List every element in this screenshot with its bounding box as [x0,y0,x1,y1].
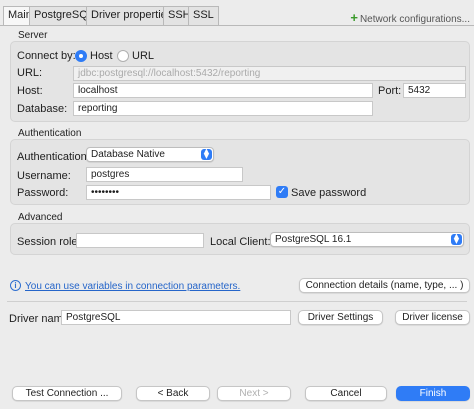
advanced-section-title: Advanced [18,212,63,223]
network-configurations-button[interactable]: + Network configurations... [350,10,470,25]
next-button[interactable]: Next > [217,386,291,401]
connect-by-url-radio[interactable] [117,50,129,62]
finish-button[interactable]: Finish [396,386,470,401]
authentication-select[interactable]: Database Native ▲ ▼ [86,147,214,162]
chevron-updown-icon: ▲ ▼ [451,233,462,245]
plus-icon: + [350,10,358,25]
tab-bar-divider [0,25,474,26]
separator [7,301,467,302]
host-label: Host: [17,85,43,97]
info-icon: i [10,280,21,291]
authentication-select-value: Database Native [91,149,165,160]
driver-name-field[interactable]: PostgreSQL [61,310,291,325]
url-field[interactable]: jdbc:postgresql://localhost:5432/reporti… [73,66,466,81]
password-label: Password: [17,187,69,199]
save-password-checkbox[interactable]: ✓ [276,186,288,198]
cancel-button[interactable]: Cancel [305,386,387,401]
connect-by-url-label: URL [132,50,155,62]
username-label: Username: [17,170,71,182]
network-configurations-label: Network configurations... [359,14,470,25]
connect-by-host-label: Host [90,50,113,62]
connect-by-host-radio[interactable] [75,50,87,62]
driver-license-button[interactable]: Driver license [395,310,470,325]
database-label: Database: [17,103,68,115]
port-label: Port: [378,85,402,97]
connect-by-label: Connect by: [17,50,76,62]
url-label: URL: [17,67,43,79]
authentication-section-title: Authentication [18,128,82,139]
back-button[interactable]: < Back [136,386,210,401]
test-connection-button[interactable]: Test Connection ... [12,386,122,401]
session-role-field[interactable] [76,233,204,248]
host-field[interactable]: localhost [73,83,373,98]
local-client-select[interactable]: PostgreSQL 16.1 ▲ ▼ [270,232,464,247]
username-field[interactable]: postgres [86,167,243,182]
connection-details-button[interactable]: Connection details (name, type, ... ) [299,278,470,293]
session-role-label: Session role: [17,236,81,248]
password-field[interactable]: •••••••• [86,185,271,200]
local-client-select-value: PostgreSQL 16.1 [275,234,352,245]
tab-ssl[interactable]: SSL [188,6,219,25]
chevron-updown-icon: ▲ ▼ [201,148,212,160]
save-password-label: Save password [291,187,367,199]
variables-help-link[interactable]: You can use variables in connection para… [25,281,240,292]
server-section-title: Server [18,30,48,41]
database-field[interactable]: reporting [73,101,373,116]
authentication-label: Authentication: [17,151,90,163]
local-client-label: Local Client: [210,236,271,248]
driver-settings-button[interactable]: Driver Settings [298,310,383,325]
port-field[interactable]: 5432 [403,83,466,98]
